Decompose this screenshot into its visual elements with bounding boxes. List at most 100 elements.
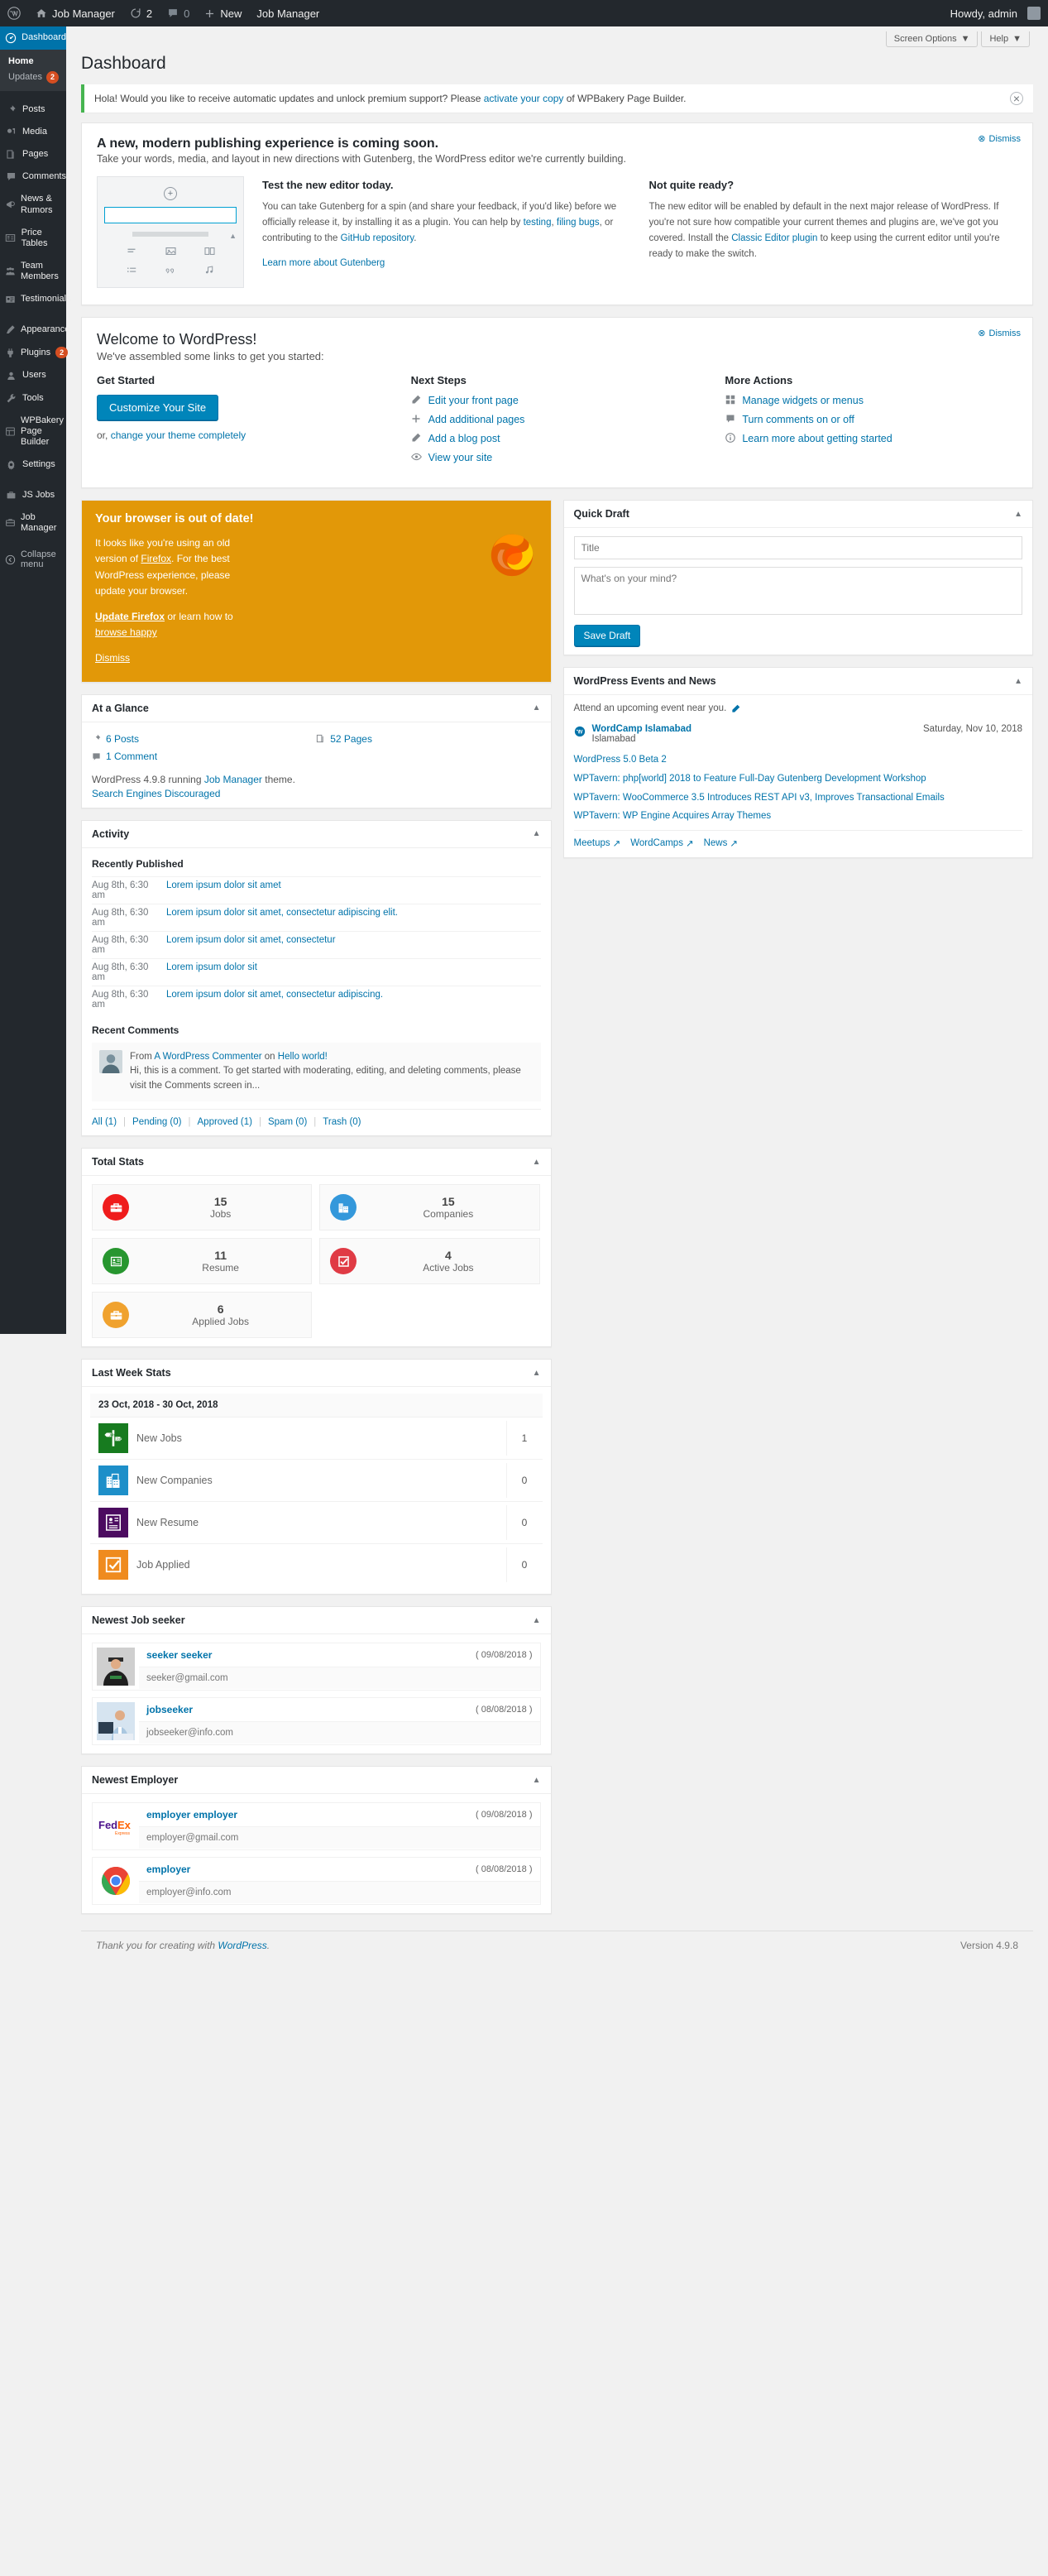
help-button[interactable]: Help ▼: [981, 31, 1030, 47]
firefox-link[interactable]: Firefox: [141, 553, 171, 564]
customize-your-site-button[interactable]: Customize Your Site: [97, 395, 219, 421]
list-item[interactable]: Learn more about getting started: [725, 433, 1017, 444]
sidebar-item-settings[interactable]: Settings: [0, 453, 66, 476]
sidebar-item-pages[interactable]: Pages: [0, 143, 66, 165]
sidebar-item-users[interactable]: Users: [0, 364, 66, 386]
stat-card-companies[interactable]: 15 Companies: [319, 1184, 540, 1231]
news-link[interactable]: WPTavern: php[world] 2018 to Feature Ful…: [574, 772, 1023, 786]
search-engines-discouraged-link[interactable]: Search Engines Discouraged: [92, 788, 220, 799]
draft-content-input[interactable]: [573, 567, 1022, 616]
chevron-up-icon[interactable]: ▲: [533, 1158, 541, 1167]
chevron-up-icon[interactable]: ▲: [533, 829, 541, 838]
news-footer-link[interactable]: News ↗: [704, 837, 738, 849]
person-name[interactable]: employer: [146, 1864, 190, 1875]
list-item[interactable]: 6 Posts: [92, 731, 316, 749]
site-name-menu[interactable]: Job Manager: [28, 0, 122, 26]
comment-post-link[interactable]: Hello world!: [278, 1052, 328, 1062]
filter-trash[interactable]: Trash (0): [323, 1117, 361, 1127]
sidebar-item-price-tables[interactable]: Price Tables: [0, 222, 66, 255]
github-repository-link[interactable]: GitHub repository: [341, 233, 414, 243]
browser-nag-dismiss-link[interactable]: Dismiss: [95, 652, 130, 664]
my-account-menu[interactable]: Howdy, admin: [943, 0, 1048, 26]
sidebar-item-wpbakery-page-builder[interactable]: WPBakery Page Builder: [0, 410, 66, 454]
news-link[interactable]: WPTavern: WP Engine Acquires Array Theme…: [574, 809, 1023, 823]
new-content-menu[interactable]: New: [197, 0, 249, 26]
chevron-up-icon[interactable]: ▲: [533, 703, 541, 712]
stat-card-applied-jobs[interactable]: 6 Applied Jobs: [92, 1292, 313, 1339]
view-your-site-link[interactable]: View your site: [428, 452, 493, 463]
list-item[interactable]: Fed Ex Express employer employer ( 09/08/20…: [92, 1802, 541, 1851]
stat-card-jobs[interactable]: 15 Jobs: [92, 1184, 313, 1231]
close-icon[interactable]: ×: [1010, 92, 1023, 106]
post-title-link[interactable]: Lorem ipsum dolor sit amet, consectetur: [166, 935, 336, 955]
sidebar-item-comments[interactable]: Comments: [0, 165, 66, 188]
change-theme-link[interactable]: change your theme completely: [111, 429, 246, 441]
list-item[interactable]: jobseeker ( 08/08/2018 ) jobseeker@info.c…: [92, 1697, 541, 1746]
sidebar-item-team-members[interactable]: Team Members: [0, 255, 66, 288]
sidebar-item-news-rumors[interactable]: News & Rumors: [0, 188, 66, 221]
admin-sidebar[interactable]: Dashboard Home Updates 2 Posts Media Pag…: [0, 26, 73, 1334]
sidebar-item-plugins[interactable]: Plugins 2: [0, 341, 69, 365]
welcome-dismiss-button[interactable]: ⊗ Dismiss: [978, 328, 1021, 339]
sidebar-item-job-manager[interactable]: Job Manager: [0, 506, 66, 540]
comment-author-link[interactable]: A WordPress Commenter: [154, 1052, 261, 1062]
person-name[interactable]: seeker seeker: [146, 1649, 212, 1661]
dashboard-submenu[interactable]: Home Updates 2: [0, 50, 66, 91]
update-firefox-link[interactable]: Update Firefox: [95, 611, 165, 622]
chevron-up-icon[interactable]: ▲: [533, 1369, 541, 1378]
updates-menu[interactable]: 2: [122, 0, 160, 26]
sidebar-item-testimonials[interactable]: Testimonials: [0, 288, 71, 310]
list-item[interactable]: Add additional pages: [411, 414, 704, 425]
glance-posts-link[interactable]: 6 Posts: [92, 733, 139, 745]
activate-copy-link[interactable]: activate your copy: [484, 93, 564, 104]
theme-link[interactable]: Job Manager: [204, 774, 262, 785]
news-link[interactable]: WordPress 5.0 Beta 2: [574, 753, 1023, 767]
list-item[interactable]: Add a blog post: [411, 433, 704, 444]
list-item[interactable]: Manage widgets or menus: [725, 395, 1017, 406]
submenu-item-home[interactable]: Home: [0, 54, 66, 69]
collapse-menu-button[interactable]: Collapse menu: [0, 543, 66, 576]
person-name[interactable]: jobseeker: [146, 1704, 193, 1715]
filter-spam[interactable]: Spam (0): [268, 1117, 307, 1127]
submenu-item-updates[interactable]: Updates 2: [0, 69, 66, 86]
testing-link[interactable]: testing: [524, 218, 552, 228]
filter-pending[interactable]: Pending (0): [132, 1117, 181, 1127]
glance-pages-link[interactable]: 52 Pages: [316, 733, 372, 745]
save-draft-button[interactable]: Save Draft: [573, 625, 641, 647]
post-title-link[interactable]: Lorem ipsum dolor sit amet: [166, 880, 281, 900]
sidebar-item-posts[interactable]: Posts: [0, 98, 66, 121]
learn-more-gutenberg-link[interactable]: Learn more about Gutenberg: [262, 258, 385, 268]
wp-logo-menu[interactable]: [0, 0, 28, 26]
chevron-up-icon[interactable]: ▲: [533, 1616, 541, 1625]
sidebar-item-appearance[interactable]: Appearance: [0, 319, 69, 341]
list-item[interactable]: 1 Comment: [92, 748, 316, 766]
list-item[interactable]: employer ( 08/08/2018 ) employer@info.com: [92, 1857, 541, 1906]
list-item[interactable]: Turn comments on or off: [725, 414, 1017, 425]
event-item[interactable]: WordCamp Islamabad Islamabad Saturday, N…: [574, 722, 1022, 746]
job-manager-menu[interactable]: Job Manager: [249, 0, 327, 26]
learn-getting-started-link[interactable]: Learn more about getting started: [742, 433, 892, 444]
edit-location-icon[interactable]: [731, 704, 740, 713]
sidebar-item-js-jobs[interactable]: JS Jobs: [0, 484, 66, 506]
list-item[interactable]: 52 Pages: [316, 731, 540, 749]
list-item[interactable]: seeker seeker ( 09/08/2018 ) seeker@gmail…: [92, 1643, 541, 1691]
post-title-link[interactable]: Lorem ipsum dolor sit: [166, 962, 257, 982]
add-additional-pages-link[interactable]: Add additional pages: [428, 414, 525, 425]
event-name[interactable]: WordCamp Islamabad: [592, 724, 692, 734]
browse-happy-link[interactable]: browse happy: [95, 626, 157, 638]
news-link[interactable]: WPTavern: WooCommerce 3.5 Introduces RES…: [574, 791, 1023, 805]
sidebar-item-tools[interactable]: Tools: [0, 387, 66, 410]
post-title-link[interactable]: Lorem ipsum dolor sit amet, consectetur …: [166, 990, 383, 1010]
filing-bugs-link[interactable]: filing bugs: [557, 218, 600, 228]
filter-approved[interactable]: Approved (1): [198, 1117, 252, 1127]
sidebar-item-media[interactable]: Media: [0, 121, 66, 143]
wordcamps-link[interactable]: WordCamps ↗: [630, 837, 693, 849]
add-blog-post-link[interactable]: Add a blog post: [428, 433, 500, 444]
draft-title-input[interactable]: [573, 536, 1022, 560]
screen-options-button[interactable]: Screen Options ▼: [885, 31, 979, 47]
meetups-link[interactable]: Meetups ↗: [574, 837, 621, 849]
chevron-up-icon[interactable]: ▲: [1014, 677, 1022, 686]
comments-menu[interactable]: 0: [160, 0, 197, 26]
edit-front-page-link[interactable]: Edit your front page: [428, 395, 519, 406]
gutenberg-dismiss-button[interactable]: ⊗ Dismiss: [978, 133, 1021, 145]
